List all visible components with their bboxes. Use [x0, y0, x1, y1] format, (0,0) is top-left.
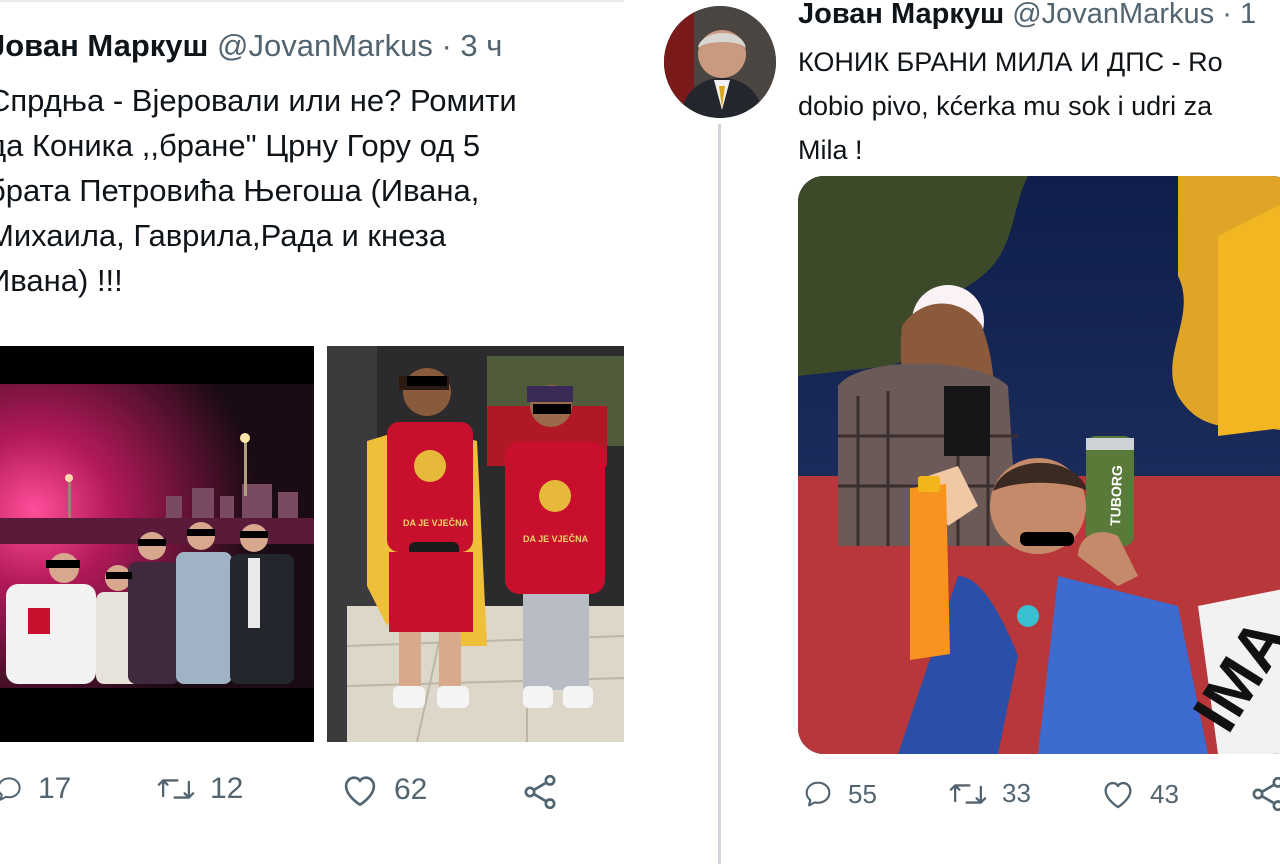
retweet-count: 12 [210, 772, 244, 805]
share-icon [524, 774, 556, 810]
retweet-button[interactable]: 33 [948, 778, 1031, 809]
share-button[interactable] [520, 772, 560, 812]
reply-icon [0, 777, 21, 801]
tweet-photo-crowd[interactable] [0, 346, 314, 742]
screenshot-gap [624, 0, 650, 864]
author-handle[interactable]: @JovanMarkus [217, 28, 433, 63]
author-name[interactable]: Јован Маркуш [798, 0, 1004, 30]
avatar[interactable] [664, 6, 776, 118]
like-icon [344, 776, 376, 807]
shirt-print-1: DA JE VJEČNA [403, 517, 469, 528]
reply-count: 55 [848, 778, 877, 809]
tweet-photo-fans[interactable]: DA JE VJEČNA DA JE VJEČNA [327, 346, 624, 742]
reply-button[interactable]: 17 [0, 772, 71, 806]
reply-button[interactable]: 55 [802, 778, 877, 810]
share-icon [1252, 776, 1280, 812]
retweet-icon [949, 783, 987, 804]
can-label: TUBORG [1107, 465, 1125, 526]
like-count: 43 [1150, 778, 1179, 809]
tweet-photo-rally[interactable]: TUBORG IMA [798, 176, 1280, 754]
timestamp[interactable]: 3 ч [460, 28, 502, 63]
separator-dot: · [1222, 0, 1232, 30]
reply-count: 17 [38, 772, 72, 805]
tweet-header: Јован Маркуш @JovanMarkus · 1 [798, 0, 1256, 32]
like-icon [1104, 781, 1132, 809]
left-tweet[interactable]: Јован Маркуш @JovanMarkus · 3 ч Спрдња -… [0, 0, 624, 864]
divider [0, 0, 624, 2]
author-name[interactable]: Јован Маркуш [0, 28, 208, 63]
tweet-text: КОНИК БРАНИ МИЛА И ДПС - Ro dobio pivo, … [798, 47, 1223, 165]
reply-icon [805, 781, 831, 807]
author-handle[interactable]: @JovanMarkus [1012, 0, 1214, 30]
tweet-text: Спрдња - Вјеровали или не? Ромити да Кон… [0, 83, 517, 298]
like-count: 62 [394, 773, 428, 806]
like-button[interactable]: 43 [1100, 778, 1179, 810]
like-button[interactable]: 62 [340, 772, 427, 808]
separator-dot: · [441, 28, 452, 63]
timestamp[interactable]: 1 [1240, 0, 1256, 30]
tweet-header: Јован Маркуш @JovanMarkus · 3 ч [0, 26, 502, 66]
thread-line [718, 124, 721, 864]
share-button[interactable] [1248, 774, 1280, 814]
retweet-button[interactable]: 12 [156, 772, 243, 806]
retweet-icon [157, 779, 195, 799]
right-tweet[interactable]: Јован Маркуш @JovanMarkus · 1 КОНИК БРАН… [650, 0, 1280, 864]
shirt-print-2: DA JE VJEČNA [523, 533, 589, 544]
retweet-count: 33 [1002, 778, 1031, 808]
